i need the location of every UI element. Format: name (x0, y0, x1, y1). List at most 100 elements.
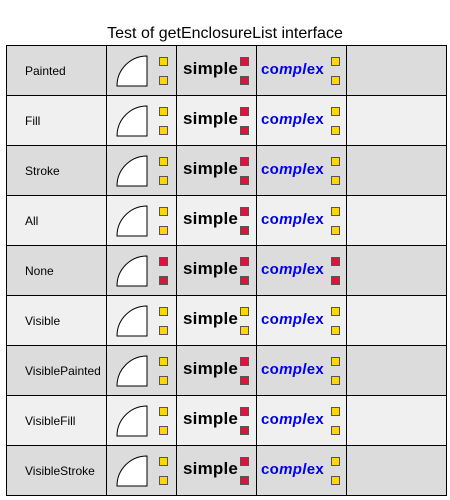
simple-text-cell: simple (177, 46, 257, 96)
row-label: Visible (7, 296, 107, 346)
row-label: Fill (7, 96, 107, 146)
complex-text-suffix: ex (306, 461, 324, 478)
complex-text-prefix: co (261, 461, 280, 478)
complex-status-bottom (331, 126, 340, 135)
shape-status-bottom (159, 226, 168, 235)
shape-status-top (159, 57, 168, 66)
simple-text-cell: simple (177, 296, 257, 346)
shape-cell (107, 46, 177, 96)
simple-text-cell: simple (177, 96, 257, 146)
shape-cell (107, 96, 177, 146)
shape-status-top (159, 457, 168, 466)
complex-text-cell: complex (257, 296, 347, 346)
empty-cell (347, 46, 447, 96)
results-table: Painted simple complex Fill simple complex Str… (6, 45, 447, 496)
complex-status-top (331, 357, 340, 366)
quarter-circle-shape (116, 155, 148, 187)
complex-text-mid: mpl (279, 211, 307, 228)
empty-cell (347, 146, 447, 196)
simple-status-top (240, 207, 249, 216)
shape-status-top (159, 207, 168, 216)
complex-status-bottom (331, 276, 340, 285)
simple-text-cell: simple (177, 196, 257, 246)
simple-status-bottom (240, 126, 249, 135)
complex-status-bottom (331, 376, 340, 385)
complex-text: complex (261, 211, 324, 228)
shape-status-bottom (159, 276, 168, 285)
simple-text-cell: simple (177, 396, 257, 446)
simple-text: simple (183, 309, 239, 328)
quarter-circle-shape (116, 455, 148, 487)
complex-status-bottom (331, 76, 340, 85)
quarter-circle-shape (116, 255, 148, 287)
simple-status-bottom (240, 476, 249, 485)
simple-text-cell: simple (177, 346, 257, 396)
complex-text-prefix: co (261, 111, 280, 128)
shape-cell (107, 146, 177, 196)
complex-text: complex (261, 311, 324, 328)
complex-status-bottom (331, 426, 340, 435)
complex-text: complex (261, 261, 324, 278)
shape-status-bottom (159, 426, 168, 435)
simple-status-top (240, 307, 249, 316)
shape-status-bottom (159, 126, 168, 135)
simple-text: simple (183, 259, 239, 278)
complex-text-prefix: co (261, 411, 280, 428)
shape-status-bottom (159, 376, 168, 385)
complex-status-top (331, 207, 340, 216)
complex-text-cell: complex (257, 196, 347, 246)
simple-status-bottom (240, 326, 249, 335)
complex-text-suffix: ex (306, 261, 324, 278)
empty-cell (347, 346, 447, 396)
shape-cell (107, 446, 177, 496)
simple-text: simple (183, 359, 239, 378)
complex-text-cell: complex (257, 96, 347, 146)
complex-text-cell: complex (257, 46, 347, 96)
complex-text-prefix: co (261, 261, 280, 278)
quarter-circle-shape (116, 55, 148, 87)
shape-cell (107, 296, 177, 346)
complex-status-bottom (331, 326, 340, 335)
complex-status-top (331, 307, 340, 316)
complex-text: complex (261, 361, 324, 378)
complex-status-top (331, 57, 340, 66)
complex-text-mid: mpl (279, 411, 307, 428)
shape-status-bottom (159, 76, 168, 85)
quarter-circle-shape (116, 355, 148, 387)
complex-text-mid: mpl (279, 311, 307, 328)
shape-status-bottom (159, 476, 168, 485)
complex-text-cell: complex (257, 446, 347, 496)
complex-text-cell: complex (257, 246, 347, 296)
simple-status-top (240, 357, 249, 366)
quarter-circle-shape (116, 105, 148, 137)
shape-status-top (159, 407, 168, 416)
simple-text: simple (183, 59, 239, 78)
quarter-circle-shape (116, 305, 148, 337)
simple-status-bottom (240, 276, 249, 285)
complex-text-suffix: ex (306, 161, 324, 178)
complex-status-bottom (331, 476, 340, 485)
shape-cell (107, 396, 177, 446)
complex-text-suffix: ex (306, 361, 324, 378)
row-label: Painted (7, 46, 107, 96)
shape-status-top (159, 157, 168, 166)
complex-status-top (331, 257, 340, 266)
simple-text-cell: simple (177, 246, 257, 296)
complex-text-prefix: co (261, 61, 280, 78)
page-title: Test of getEnclosureList interface (107, 25, 343, 42)
complex-text-mid: mpl (279, 111, 307, 128)
row-label: VisibleStroke (7, 446, 107, 496)
simple-text-cell: simple (177, 446, 257, 496)
shape-status-top (159, 107, 168, 116)
complex-text: complex (261, 411, 324, 428)
complex-text-suffix: ex (306, 61, 324, 78)
complex-text-mid: mpl (279, 161, 307, 178)
complex-text-prefix: co (261, 311, 280, 328)
complex-status-top (331, 457, 340, 466)
complex-text-prefix: co (261, 211, 280, 228)
shape-status-top (159, 357, 168, 366)
simple-status-bottom (240, 176, 249, 185)
row-label: All (7, 196, 107, 246)
shape-cell (107, 246, 177, 296)
simple-text: simple (183, 459, 239, 478)
